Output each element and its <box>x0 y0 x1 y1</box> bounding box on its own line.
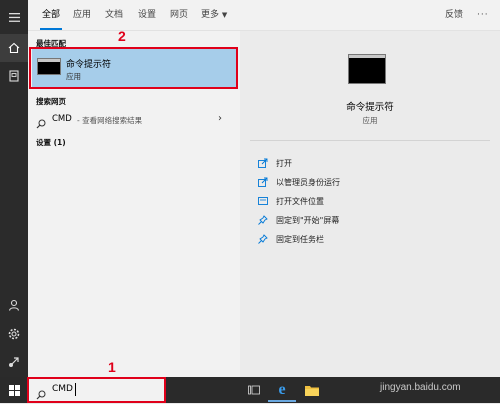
detail-panel: 命令提示符 应用 打开 以管理员身份运行 打开文件位置 固定到"开始"屏幕 固定… <box>240 31 500 377</box>
action-pin-to-start-label: 固定到"开始"屏幕 <box>276 215 340 225</box>
chevron-right-icon: › <box>218 113 222 124</box>
feedback-hub-icon[interactable] <box>0 348 28 376</box>
file-explorer-icon[interactable] <box>298 377 326 403</box>
results-list: 最佳匹配 命令提示符 应用 2 搜索网页 CMD - 查看网络搜索结果 › 设置… <box>28 28 240 377</box>
settings-header[interactable]: 设置 (1) <box>36 137 66 148</box>
detail-separator <box>250 140 490 141</box>
tab-apps[interactable]: 应用 <box>73 0 91 30</box>
watermark: jingyan.baidu.com <box>380 382 461 393</box>
hamburger-menu-icon[interactable] <box>0 3 28 31</box>
action-run-as-admin[interactable]: 以管理员身份运行 <box>258 175 340 189</box>
edge-active-indicator <box>268 400 296 402</box>
action-open[interactable]: 打开 <box>258 156 292 170</box>
admin-shield-icon <box>258 177 270 187</box>
filter-tab-bar: 全部 应用 文档 设置 网页 更多 ▼ 反馈 ··· <box>28 0 500 31</box>
chevron-down-icon: ▼ <box>221 11 228 19</box>
pin-icon <box>258 234 270 244</box>
detail-title: 命令提示符 <box>346 102 394 113</box>
web-search-row[interactable]: CMD - 查看网络搜索结果 › <box>28 111 240 129</box>
document-icon[interactable] <box>0 62 28 90</box>
start-menu-rail <box>0 0 28 403</box>
tab-settings[interactable]: 设置 <box>138 0 156 30</box>
detail-subtitle: 应用 <box>362 116 378 125</box>
search-icon <box>36 114 46 133</box>
tab-all[interactable]: 全部 <box>39 0 63 30</box>
user-icon[interactable] <box>0 291 28 319</box>
action-open-file-location-label: 打开文件位置 <box>276 196 324 206</box>
web-search-hint: - 查看网络搜索结果 <box>77 116 143 125</box>
tab-more[interactable]: 更多 ▼ <box>201 0 227 30</box>
action-open-file-location[interactable]: 打开文件位置 <box>258 194 324 208</box>
more-options-icon[interactable]: ··· <box>477 0 489 30</box>
open-icon <box>258 158 270 168</box>
settings-gear-icon[interactable] <box>0 320 28 348</box>
pin-icon <box>258 215 270 225</box>
action-open-label: 打开 <box>276 158 292 168</box>
windows-start-icon[interactable] <box>0 377 28 403</box>
tab-documents[interactable]: 文档 <box>105 0 123 30</box>
tab-web[interactable]: 网页 <box>170 0 188 30</box>
annotation-step-1: 1 <box>108 359 116 375</box>
action-pin-to-start[interactable]: 固定到"开始"屏幕 <box>258 213 339 227</box>
web-search-query: CMD <box>52 114 72 124</box>
tab-more-label: 更多 <box>201 10 220 20</box>
folder-location-icon <box>258 196 270 206</box>
search-web-header: 搜索网页 <box>36 97 66 106</box>
action-run-as-admin-label: 以管理员身份运行 <box>276 177 340 187</box>
action-pin-to-taskbar-label: 固定到任务栏 <box>276 234 324 244</box>
annotation-box-2 <box>29 47 238 89</box>
annotation-step-2: 2 <box>118 28 126 44</box>
home-icon[interactable] <box>0 34 28 62</box>
task-view-icon[interactable] <box>240 377 268 403</box>
annotation-box-1 <box>27 377 166 403</box>
feedback-button[interactable]: 反馈 <box>445 0 463 30</box>
command-prompt-large-icon <box>348 54 386 84</box>
action-pin-to-taskbar[interactable]: 固定到任务栏 <box>258 232 324 246</box>
